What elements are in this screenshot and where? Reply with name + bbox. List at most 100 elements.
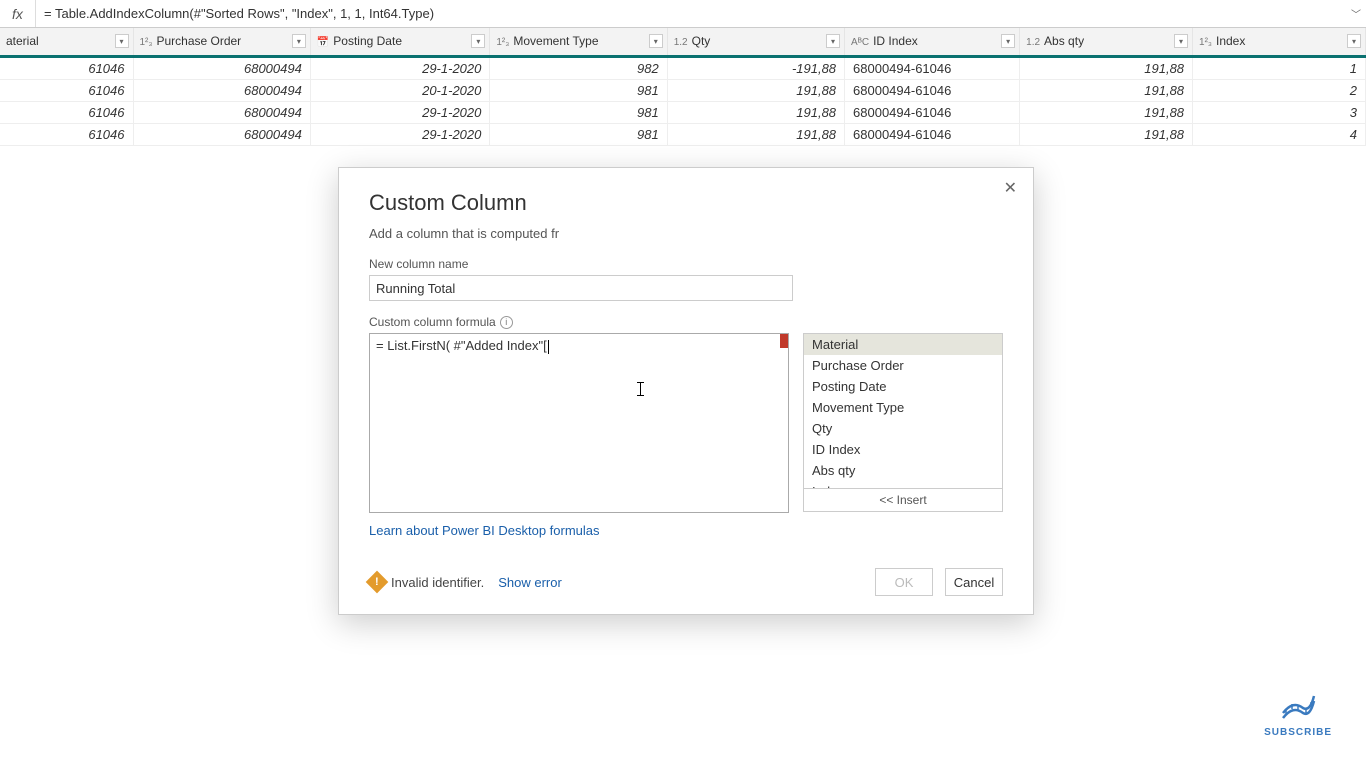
cell-id: 68000494-61046	[845, 123, 1020, 145]
cell-id: 68000494-61046	[845, 79, 1020, 101]
filter-icon[interactable]: ▾	[115, 34, 129, 48]
text-cursor-icon	[640, 382, 641, 396]
close-icon[interactable]: ✕	[998, 176, 1023, 200]
type-text-icon: AᴮC	[851, 37, 869, 48]
learn-link[interactable]: Learn about Power BI Desktop formulas	[369, 523, 600, 538]
col-label: Posting Date	[333, 34, 402, 48]
col-label: ID Index	[873, 34, 918, 48]
cell-date: 29-1-2020	[310, 123, 490, 145]
formula-expand-icon[interactable]: ﹀	[1346, 6, 1366, 21]
cell-date: 29-1-2020	[310, 101, 490, 123]
col-header-qty[interactable]: 1.2 Qty ▾	[667, 28, 844, 56]
cell-po: 68000494	[133, 101, 310, 123]
col-label: Qty	[692, 34, 711, 48]
type-number-icon: 1²₃	[496, 37, 509, 48]
cell-qty: 191,88	[667, 123, 844, 145]
available-columns-list[interactable]: MaterialPurchase OrderPosting DateMoveme…	[803, 333, 1003, 489]
type-decimal-icon: 1.2	[1026, 37, 1040, 48]
cell-date: 20-1-2020	[310, 79, 490, 101]
data-grid: aterial▾ 1²₃Purchase Order▾ 📅Posting Dat…	[0, 28, 1366, 146]
cell-idx: 1	[1193, 56, 1366, 79]
type-decimal-icon: 1.2	[674, 37, 688, 48]
cell-mvt: 981	[490, 79, 667, 101]
col-label: Movement Type	[513, 34, 598, 48]
column-option[interactable]: Movement Type	[804, 397, 1002, 418]
formula-text[interactable]: = Table.AddIndexColumn(#"Sorted Rows", "…	[36, 6, 1346, 21]
col-label: Index	[1216, 34, 1245, 48]
table-row[interactable]: 610466800049429-1-2020981191,8868000494-…	[0, 101, 1366, 123]
type-date-icon: 📅	[317, 37, 329, 48]
cell-qty: -191,88	[667, 56, 844, 79]
table-row[interactable]: 610466800049420-1-2020981191,8868000494-…	[0, 79, 1366, 101]
filter-icon[interactable]: ▾	[1174, 34, 1188, 48]
type-number-icon: 1²₃	[140, 37, 153, 48]
cell-id: 68000494-61046	[845, 101, 1020, 123]
filter-icon[interactable]: ▾	[292, 34, 306, 48]
cell-idx: 2	[1193, 79, 1366, 101]
cell-mvt: 981	[490, 123, 667, 145]
filter-icon[interactable]: ▾	[649, 34, 663, 48]
table-row[interactable]: 610466800049429-1-2020981191,8868000494-…	[0, 123, 1366, 145]
cell-material: 61046	[0, 101, 133, 123]
cancel-button[interactable]: Cancel	[945, 568, 1003, 596]
fx-icon[interactable]: fx	[0, 0, 36, 27]
cell-date: 29-1-2020	[310, 56, 490, 79]
cell-material: 61046	[0, 123, 133, 145]
cell-po: 68000494	[133, 79, 310, 101]
cell-qty: 191,88	[667, 101, 844, 123]
col-header-posting-date[interactable]: 📅 Posting Date ▾	[310, 28, 490, 56]
cell-po: 68000494	[133, 56, 310, 79]
cell-mvt: 981	[490, 101, 667, 123]
subscribe-logo[interactable]: SUBSCRIBE	[1264, 695, 1332, 738]
name-field-label: New column name	[369, 257, 1003, 271]
column-option[interactable]: Posting Date	[804, 376, 1002, 397]
formula-bar: fx = Table.AddIndexColumn(#"Sorted Rows"…	[0, 0, 1366, 28]
insert-button[interactable]: << Insert	[803, 488, 1003, 512]
cell-id: 68000494-61046	[845, 56, 1020, 79]
cell-qty: 191,88	[667, 79, 844, 101]
column-option[interactable]: Material	[804, 334, 1002, 355]
info-icon[interactable]: i	[500, 316, 513, 329]
cell-po: 68000494	[133, 123, 310, 145]
cell-abs: 191,88	[1020, 101, 1193, 123]
filter-icon[interactable]: ▾	[471, 34, 485, 48]
subscribe-text: SUBSCRIBE	[1264, 727, 1332, 738]
column-option[interactable]: ID Index	[804, 439, 1002, 460]
col-header-abs-qty[interactable]: 1.2 Abs qty ▾	[1020, 28, 1193, 56]
cell-abs: 191,88	[1020, 79, 1193, 101]
filter-icon[interactable]: ▾	[1347, 34, 1361, 48]
column-option[interactable]: Abs qty	[804, 460, 1002, 481]
type-number-icon: 1²₃	[1199, 37, 1212, 48]
col-header-index[interactable]: 1²₃ Index ▾	[1193, 28, 1366, 56]
filter-icon[interactable]: ▾	[1001, 34, 1015, 48]
col-label: aterial	[6, 34, 39, 48]
column-name-input[interactable]	[369, 275, 793, 301]
dialog-subtitle: Add a column that is computed fr	[369, 226, 1003, 241]
filter-icon[interactable]: ▾	[826, 34, 840, 48]
cell-material: 61046	[0, 79, 133, 101]
cell-idx: 4	[1193, 123, 1366, 145]
column-option[interactable]: Qty	[804, 418, 1002, 439]
col-header-material[interactable]: aterial ▾	[0, 28, 133, 56]
ok-button: OK	[875, 568, 933, 596]
cell-idx: 3	[1193, 101, 1366, 123]
cell-material: 61046	[0, 56, 133, 79]
dialog-title: Custom Column	[369, 190, 1003, 216]
formula-field-label: Custom column formula i	[369, 315, 1003, 329]
col-header-id-index[interactable]: AᴮC ID Index ▾	[845, 28, 1020, 56]
cell-abs: 191,88	[1020, 56, 1193, 79]
col-label: Purchase Order	[156, 34, 241, 48]
warning-icon: !	[366, 571, 389, 594]
formula-editor[interactable]: = List.FirstN( #"Added Index"[	[369, 333, 789, 513]
col-label: Abs qty	[1044, 34, 1084, 48]
show-error-link[interactable]: Show error	[498, 575, 562, 590]
dna-icon	[1278, 695, 1318, 723]
col-header-purchase-order[interactable]: 1²₃Purchase Order ▾	[133, 28, 310, 56]
column-option[interactable]: Purchase Order	[804, 355, 1002, 376]
cell-mvt: 982	[490, 56, 667, 79]
error-marker	[780, 334, 788, 348]
custom-column-dialog: ✕ Custom Column Add a column that is com…	[338, 167, 1034, 615]
col-header-movement-type[interactable]: 1²₃ Movement Type ▾	[490, 28, 667, 56]
table-row[interactable]: 610466800049429-1-2020982-191,8868000494…	[0, 56, 1366, 79]
error-text: Invalid identifier.	[391, 575, 484, 590]
